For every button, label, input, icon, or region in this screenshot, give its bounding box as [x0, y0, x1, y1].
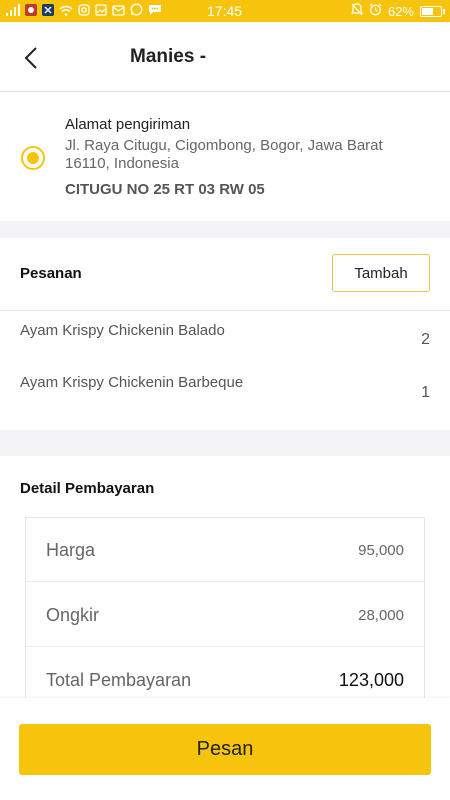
add-order-button[interactable]: Tambah	[332, 254, 430, 292]
order-item-qty: 2	[421, 331, 430, 348]
battery-fill	[422, 8, 433, 15]
back-button[interactable]	[18, 44, 46, 72]
instagram-icon	[78, 3, 90, 20]
address-detail: CITUGU NO 25 RT 03 RW 05	[65, 181, 265, 198]
payment-value: 95,000	[358, 542, 404, 559]
payment-label: Harga	[46, 540, 96, 560]
chevron-left-icon	[24, 47, 37, 69]
orders-title: Pesanan	[20, 265, 82, 282]
payment-row-ongkir: Ongkir 28,000	[26, 583, 424, 647]
app-icon	[42, 3, 54, 20]
radio-selected-dot	[27, 152, 39, 164]
wifi-icon	[59, 4, 73, 20]
payment-label: Ongkir	[46, 605, 100, 625]
order-item-name: Ayam Krispy Chickenin Balado	[20, 322, 225, 339]
order-button[interactable]: Pesan	[19, 724, 431, 775]
page-title: Manies -	[130, 46, 207, 67]
address-text: Jl. Raya Citugu, Cigombong, Bogor, Jawa …	[65, 137, 383, 172]
whatsapp-icon	[130, 3, 143, 20]
chat-icon	[148, 4, 162, 20]
alarm-icon	[369, 3, 382, 20]
status-left-icons	[6, 3, 162, 20]
status-bar: 17:45 62%	[0, 0, 450, 22]
payment-title: Detail Pembayaran	[20, 480, 155, 497]
order-item-qty: 1	[421, 384, 430, 401]
mute-icon	[350, 3, 363, 20]
gallery-icon	[95, 3, 107, 20]
battery-text: 62%	[387, 4, 414, 19]
address-label: Alamat pengiriman	[65, 116, 191, 133]
mail-icon	[112, 4, 125, 20]
signal-icon	[6, 3, 20, 20]
payment-total-value: 123,000	[338, 670, 404, 690]
status-time: 17:45	[207, 3, 243, 19]
payment-total-label: Total Pembayaran	[46, 670, 192, 690]
payment-row-harga: Harga 95,000	[26, 518, 424, 582]
app-header: Manies -	[0, 22, 450, 92]
status-right-icons: 62%	[350, 3, 445, 20]
section-gap	[0, 221, 450, 238]
payment-table: Harga 95,000 Ongkir 28,000 Total Pembaya…	[25, 517, 425, 707]
divider	[0, 310, 450, 311]
order-item-name: Ayam Krispy Chickenin Barbeque	[20, 374, 244, 391]
battery-icon	[420, 6, 445, 17]
section-gap	[0, 430, 450, 456]
address-radio[interactable]	[21, 146, 45, 170]
app-icon	[25, 3, 37, 20]
payment-value: 28,000	[358, 607, 404, 624]
